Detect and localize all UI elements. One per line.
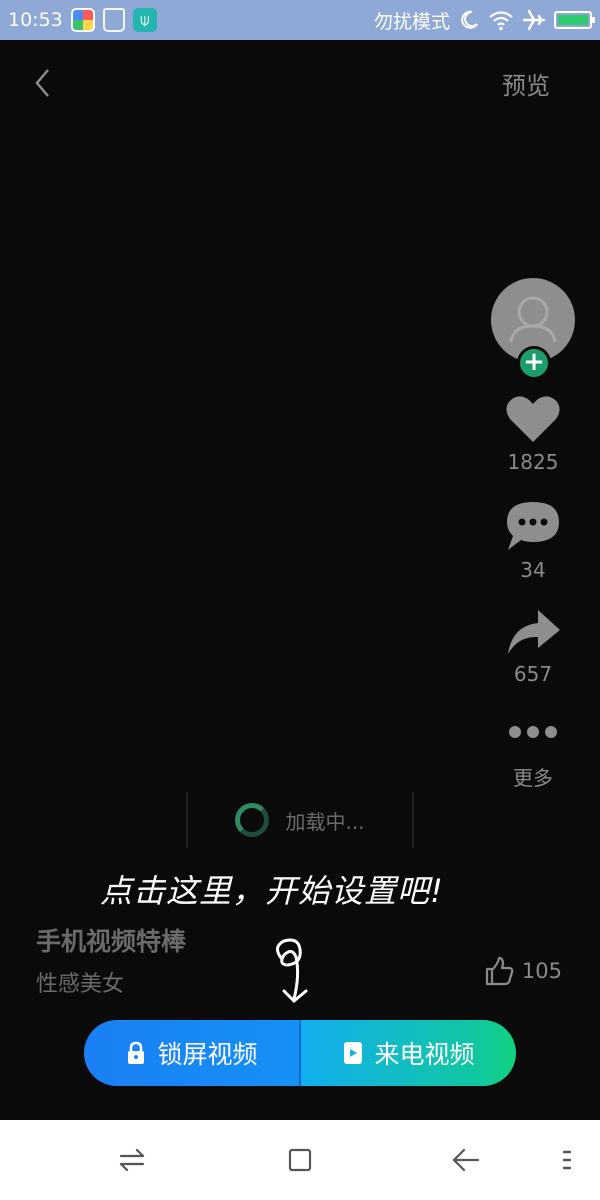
comment-count: 34 [520,558,546,582]
call-video-icon [344,1042,363,1064]
preview-button[interactable]: 预览 [502,66,550,101]
share-arrow-icon [508,610,560,654]
system-nav-bar [0,1120,600,1200]
more-dots-icon [509,726,557,738]
menu-icon[interactable] [548,1142,584,1178]
avatar[interactable]: + [491,278,575,380]
more-label: 更多 [513,766,553,790]
like-action[interactable]: 1825 [504,394,562,474]
loading-text: 加载中... [285,809,365,834]
share-action[interactable]: 657 [504,608,562,686]
battery-level [558,15,588,25]
comment-action[interactable]: 34 [504,500,562,582]
thumbs-up-count: 105 [521,959,562,983]
incoming-call-video-button[interactable]: 来电视频 [301,1020,516,1086]
loading-indicator: 加载中... [186,792,414,848]
lock-screen-video-label: 锁屏视频 [157,1040,258,1069]
status-time: 10:53 [8,9,63,31]
usb-icon: ⍦ [132,8,157,32]
action-column: + 1825 34 657 更多 [490,278,576,791]
status-bar: 10:53 ⍦ 勿扰模式 [0,0,600,40]
lock-screen-video-button[interactable]: 锁屏视频 [84,1020,299,1086]
thumbs-up-button[interactable]: 105 [484,956,562,986]
hint-arrow-icon [276,938,308,1004]
video-title: 手机视频特棒 [36,927,187,956]
airplane-icon [522,9,546,31]
like-count: 1825 [507,450,559,474]
cta-button-group: 锁屏视频 来电视频 [84,1020,516,1086]
comment-bubble-icon [507,502,559,550]
more-action[interactable]: 更多 [504,722,562,791]
battery-icon [554,11,595,29]
share-count: 657 [513,662,553,686]
chevron-left-icon[interactable] [28,66,58,100]
heart-icon [506,396,560,442]
follow-plus-button[interactable]: + [517,346,551,380]
video-subtitle: 性感美女 [36,972,125,997]
incoming-call-video-label: 来电视频 [374,1040,475,1069]
brush-app-icon [102,8,125,32]
moon-icon [461,10,478,29]
lock-icon [128,1041,145,1064]
back-arrow-icon[interactable] [448,1142,484,1178]
thumbs-up-icon [485,956,514,986]
loading-spinner-icon [235,803,270,837]
wifi-icon [489,11,513,31]
setup-hint: 点击这里，开始设置吧! [100,872,444,910]
photos-app-icon [70,8,95,32]
recent-apps-icon[interactable] [282,1142,318,1178]
dnd-mode-label: 勿扰模式 [373,10,450,33]
switch-arrows-icon[interactable] [114,1142,150,1178]
